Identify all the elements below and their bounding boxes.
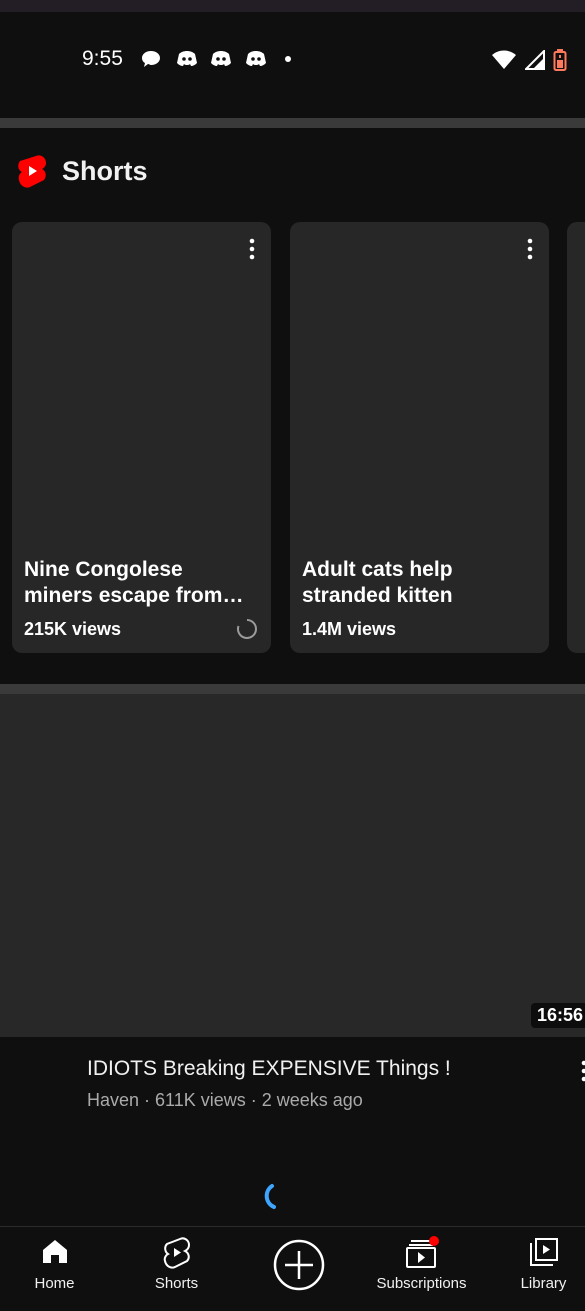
nav-library-label: Library	[520, 1275, 567, 1292]
status-icons	[491, 48, 567, 72]
nav-subscriptions-label: Subscriptions	[376, 1275, 467, 1292]
library-icon	[529, 1238, 558, 1266]
discord-notification-icon	[177, 51, 197, 66]
short-card-title: Adult cats help stranded kitten	[302, 558, 453, 607]
short-card-views: 1.4M views	[302, 619, 397, 639]
nav-library[interactable]: Library	[485, 1227, 585, 1311]
shorts-logo-icon	[18, 155, 46, 188]
video-duration-badge: 16:56	[530, 1003, 585, 1028]
signal-icon	[525, 50, 545, 70]
nav-subscriptions[interactable]: Subscriptions	[363, 1227, 480, 1311]
top-strip	[0, 0, 585, 12]
section-divider	[0, 684, 585, 694]
more-notifications-dot-icon	[285, 56, 291, 62]
more-options-icon[interactable]	[249, 238, 255, 260]
create-plus-icon	[273, 1239, 324, 1291]
nav-create[interactable]	[240, 1227, 357, 1311]
video-title[interactable]: IDIOTS Breaking EXPENSIVE Things !	[87, 1057, 451, 1081]
nav-home-label: Home	[34, 1275, 75, 1292]
short-card-views: 215K views	[24, 619, 122, 639]
discord-notification-icon	[246, 51, 266, 66]
subscriptions-badge	[429, 1236, 439, 1246]
status-bar: 9:55	[0, 12, 585, 118]
battery-icon	[553, 49, 567, 71]
more-options-icon[interactable]	[527, 238, 533, 260]
nav-shorts-label: Shorts	[154, 1275, 199, 1292]
section-divider	[0, 118, 585, 128]
wifi-icon	[492, 50, 516, 69]
shorts-shelf-header: Shorts	[16, 154, 148, 188]
shorts-icon	[163, 1237, 190, 1269]
nav-home[interactable]: Home	[0, 1227, 113, 1311]
loading-spinner-icon	[237, 619, 257, 639]
feed-loading-spinner-icon	[264, 1184, 276, 1209]
short-card[interactable]: Nine Congolese miners escape from collap…	[12, 222, 271, 653]
short-card[interactable]: Adult cats help stranded kitten 1.4M vie…	[290, 222, 549, 653]
home-icon	[42, 1240, 67, 1263]
shorts-shelf-title: Shorts	[62, 155, 148, 186]
status-time: 9:55	[82, 47, 123, 70]
chat-notification-icon	[142, 51, 160, 67]
short-card-title: Nine Congolese miners escape from collap…	[24, 558, 223, 607]
nav-shorts[interactable]: Shorts	[118, 1227, 235, 1311]
video-more-options-icon[interactable]	[581, 1060, 585, 1082]
short-card-partial[interactable]	[567, 222, 585, 653]
bottom-navigation: Home Shorts Subscriptions Library	[0, 1226, 585, 1311]
video-thumbnail[interactable]	[0, 694, 585, 1037]
discord-notification-icon	[211, 51, 231, 66]
video-meta: Haven · 611K views · 2 weeks ago	[87, 1090, 363, 1110]
